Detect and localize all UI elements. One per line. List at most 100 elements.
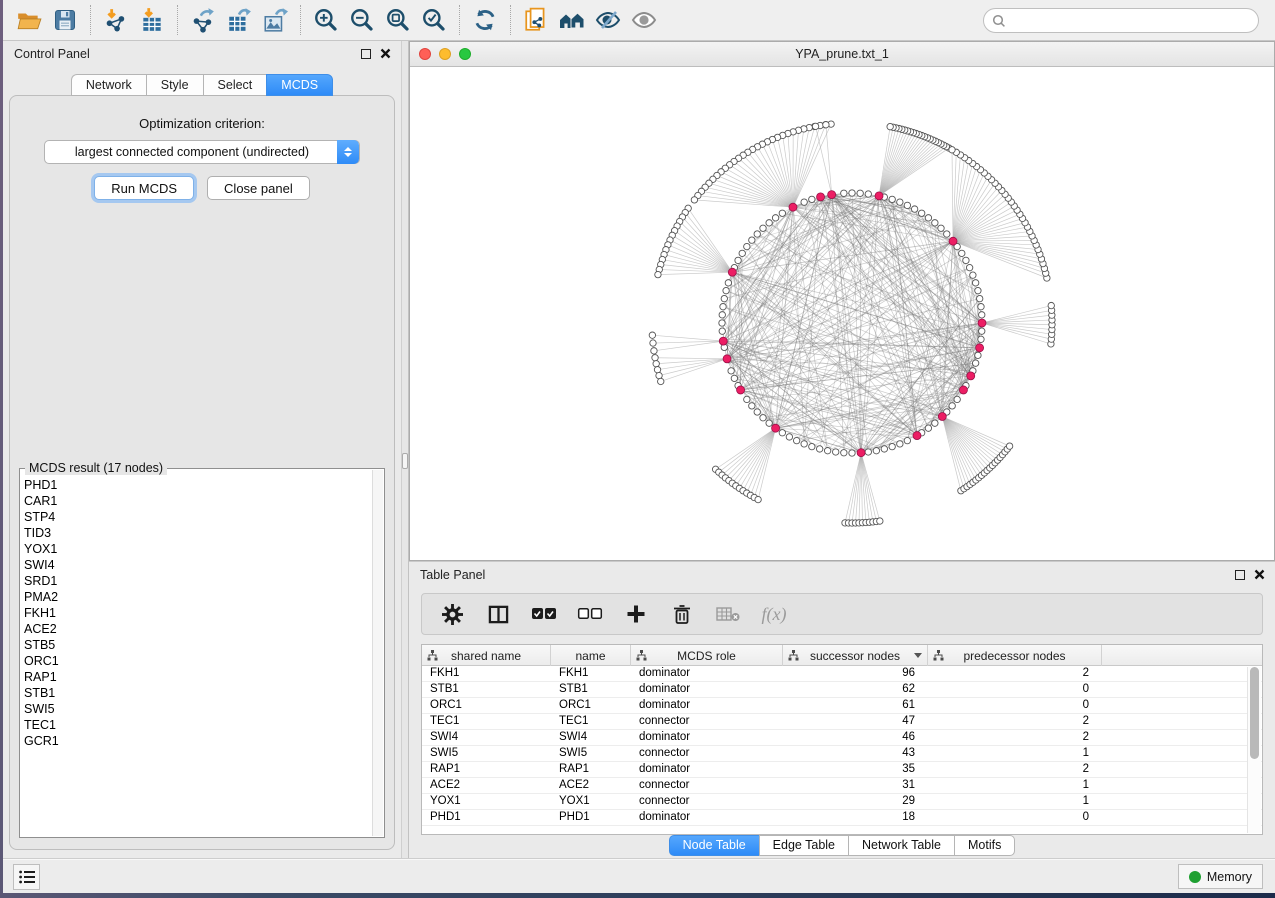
table-cell[interactable]: 47: [783, 714, 928, 730]
table-cell[interactable]: connector: [631, 746, 783, 762]
graph-leaf-node[interactable]: [649, 332, 655, 338]
graph-node[interactable]: [976, 295, 982, 301]
graph-mcds-node[interactable]: [772, 424, 780, 432]
graph-node[interactable]: [970, 272, 976, 278]
graph-node[interactable]: [972, 360, 978, 366]
deselect-all-rows-button[interactable]: [577, 601, 603, 627]
table-cell[interactable]: 29: [783, 794, 928, 810]
graph-leaf-node[interactable]: [949, 147, 955, 153]
table-cell[interactable]: STB1: [551, 682, 631, 698]
graph-node[interactable]: [979, 312, 985, 318]
float-table-panel-button[interactable]: [1235, 569, 1245, 583]
delete-column-button[interactable]: [669, 601, 695, 627]
graph-node[interactable]: [744, 396, 750, 402]
table-cell[interactable]: STB1: [422, 682, 551, 698]
graph-node[interactable]: [978, 304, 984, 310]
close-panel-button[interactable]: Close panel: [207, 176, 310, 200]
table-row[interactable]: YOX1YOX1connector291: [422, 794, 1262, 810]
table-cell[interactable]: SWI4: [551, 730, 631, 746]
mcds-result-item[interactable]: TID3: [24, 525, 370, 541]
toggle-columns-button[interactable]: [485, 601, 511, 627]
table-cell[interactable]: YOX1: [422, 794, 551, 810]
table-cell[interactable]: connector: [631, 714, 783, 730]
graph-node[interactable]: [719, 320, 725, 326]
mcds-result-item[interactable]: TEC1: [24, 717, 370, 733]
zoom-out-button[interactable]: [344, 3, 380, 37]
table-cell[interactable]: TEC1: [422, 714, 551, 730]
tab-select[interactable]: Select: [203, 74, 267, 96]
memory-button[interactable]: Memory: [1178, 864, 1263, 889]
graph-node[interactable]: [849, 450, 855, 456]
table-row[interactable]: SWI4SWI4dominator462: [422, 730, 1262, 746]
graph-node[interactable]: [911, 206, 917, 212]
table-cell[interactable]: 61: [783, 698, 928, 714]
graph-mcds-node[interactable]: [938, 413, 946, 421]
export-image-button[interactable]: [257, 3, 293, 37]
graph-node[interactable]: [749, 403, 755, 409]
table-cell[interactable]: YOX1: [551, 794, 631, 810]
zoom-fit-button[interactable]: [380, 3, 416, 37]
table-cell[interactable]: RAP1: [551, 762, 631, 778]
graph-node[interactable]: [975, 287, 981, 293]
table-cell[interactable]: ORC1: [422, 698, 551, 714]
mcds-result-item[interactable]: STP4: [24, 509, 370, 525]
table-row[interactable]: STB1STB1dominator620: [422, 682, 1262, 698]
graph-mcds-node[interactable]: [817, 193, 825, 201]
table-cell[interactable]: dominator: [631, 666, 783, 682]
import-network-button[interactable]: [98, 3, 134, 37]
table-cell[interactable]: dominator: [631, 682, 783, 698]
mcds-result-item[interactable]: SWI5: [24, 701, 370, 717]
graph-node[interactable]: [932, 220, 938, 226]
table-cell[interactable]: 31: [783, 778, 928, 794]
graph-node[interactable]: [824, 447, 830, 453]
export-table-button[interactable]: [221, 3, 257, 37]
table-cell[interactable]: SWI5: [551, 746, 631, 762]
graph-node[interactable]: [865, 191, 871, 197]
mcds-result-item[interactable]: STB5: [24, 637, 370, 653]
graph-node[interactable]: [932, 420, 938, 426]
graph-node[interactable]: [918, 210, 924, 216]
result-list-scrollbar[interactable]: [372, 470, 383, 836]
style-preview-button[interactable]: [590, 3, 626, 37]
graph-node[interactable]: [754, 231, 760, 237]
graph-node[interactable]: [779, 430, 785, 436]
table-cell[interactable]: 46: [783, 730, 928, 746]
graph-node[interactable]: [766, 220, 772, 226]
table-cell[interactable]: 2: [928, 730, 1102, 746]
mcds-result-item[interactable]: ORC1: [24, 653, 370, 669]
graph-node[interactable]: [801, 199, 807, 205]
table-cell[interactable]: dominator: [631, 762, 783, 778]
graph-node[interactable]: [793, 437, 799, 443]
table-row[interactable]: ACE2ACE2connector311: [422, 778, 1262, 794]
graph-leaf-node[interactable]: [887, 123, 893, 129]
delete-table-button[interactable]: [715, 601, 741, 627]
graph-node[interactable]: [904, 202, 910, 208]
table-row[interactable]: FKH1FKH1dominator962: [422, 666, 1262, 682]
network-canvas[interactable]: [410, 67, 1274, 560]
table-cell[interactable]: 43: [783, 746, 928, 762]
column-settings-button[interactable]: [439, 601, 465, 627]
table-cell[interactable]: dominator: [631, 810, 783, 826]
graph-node[interactable]: [772, 215, 778, 221]
graph-node[interactable]: [966, 264, 972, 270]
graph-node[interactable]: [889, 196, 895, 202]
mcds-result-item[interactable]: YOX1: [24, 541, 370, 557]
graph-mcds-node[interactable]: [976, 344, 984, 352]
graph-mcds-node[interactable]: [949, 237, 957, 245]
table-cell[interactable]: 0: [928, 682, 1102, 698]
table-tab-motifs[interactable]: Motifs: [954, 835, 1015, 856]
graph-node[interactable]: [725, 280, 731, 286]
table-cell[interactable]: dominator: [631, 698, 783, 714]
mcds-result-item[interactable]: PHD1: [24, 477, 370, 493]
graph-leaf-node[interactable]: [652, 355, 658, 361]
graph-node[interactable]: [786, 434, 792, 440]
graph-node[interactable]: [719, 312, 725, 318]
table-cell[interactable]: 35: [783, 762, 928, 778]
mcds-result-item[interactable]: FKH1: [24, 605, 370, 621]
show-all-networks-button[interactable]: [554, 3, 590, 37]
graph-node[interactable]: [816, 446, 822, 452]
table-cell[interactable]: 62: [783, 682, 928, 698]
graph-node[interactable]: [944, 231, 950, 237]
graph-node[interactable]: [925, 215, 931, 221]
graph-leaf-node[interactable]: [812, 123, 818, 129]
